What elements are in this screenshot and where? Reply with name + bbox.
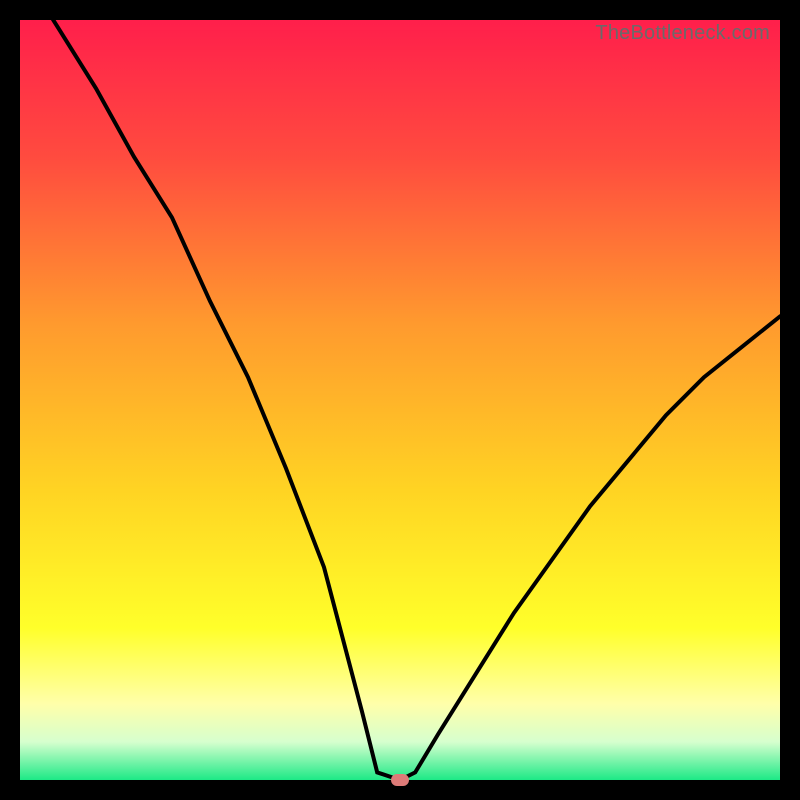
chart-frame: TheBottleneck.com	[20, 20, 780, 780]
bottleneck-curve	[20, 20, 780, 780]
optimum-marker	[391, 774, 409, 786]
watermark-text: TheBottleneck.com	[595, 22, 770, 45]
